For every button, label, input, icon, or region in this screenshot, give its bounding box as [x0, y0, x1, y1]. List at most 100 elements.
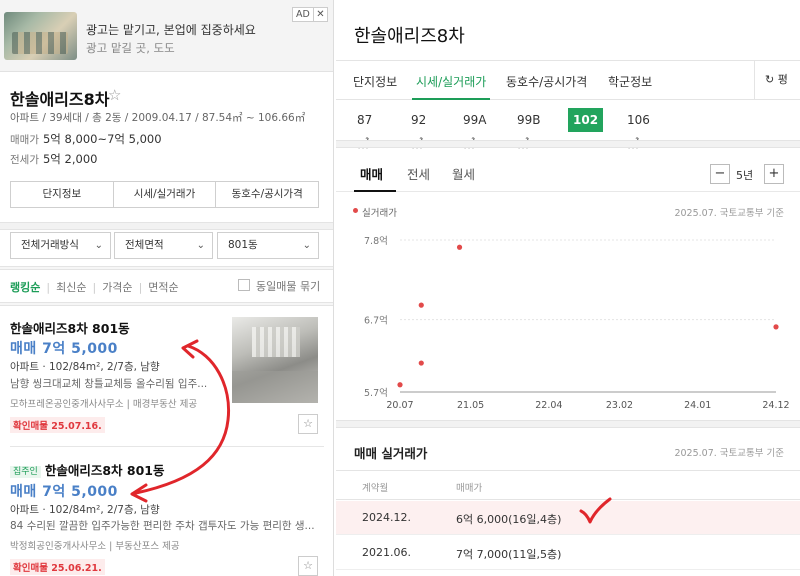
row-date: 2024.12.	[362, 511, 411, 524]
sale-price-label: 매매가	[10, 134, 39, 146]
y-tick-label: 5.7억	[364, 387, 388, 399]
trade-tab-monthly[interactable]: 월세	[452, 164, 475, 183]
checkmark-annotation-icon	[579, 497, 612, 524]
listing-confirm-badge: 확인매물 25.06.21.	[10, 559, 105, 575]
table-row[interactable]: 2021.06. 7억 7,000(11일,5층)	[336, 536, 800, 570]
listing-spec: 아파트 · 102/84m², 2/7층, 남향	[10, 361, 160, 373]
x-tick-label: 24.12	[762, 400, 789, 411]
chevron-down-icon: ⌄	[302, 240, 311, 251]
data-point[interactable]	[418, 302, 424, 308]
trade-tab-sale[interactable]: 매매	[360, 164, 383, 183]
period-minus-button[interactable]: −	[710, 164, 730, 184]
tab-unit-price-button[interactable]: 동호수/공시가격	[216, 182, 318, 207]
chevron-down-icon: ⌄	[196, 240, 205, 251]
sale-price-row: 매매가 5억 8,000~7억 5,000	[10, 131, 162, 147]
owner-tag: 집주인	[10, 466, 41, 478]
group-same-checkbox[interactable]	[238, 279, 250, 291]
size-tab-92[interactable]: 92㎡	[406, 108, 431, 151]
data-point[interactable]	[773, 324, 779, 330]
tab-market-price[interactable]: 시세/실거래가	[416, 73, 486, 90]
complex-title: 한솔애리즈8차	[10, 90, 110, 109]
data-point[interactable]	[418, 360, 424, 366]
period-plus-button[interactable]: +	[764, 164, 784, 184]
trade-tab-jeonse[interactable]: 전세	[407, 164, 430, 183]
tab-market-price-button[interactable]: 시세/실거래가	[114, 182, 217, 207]
listing-title[interactable]: 한솔애리즈8차 801동	[10, 318, 130, 337]
row-price: 6억 6,000(16일,4층)	[456, 513, 562, 526]
listing-photo[interactable]	[232, 317, 318, 403]
data-point[interactable]	[397, 382, 403, 388]
jeonse-price-label: 전세가	[10, 154, 39, 166]
tab-unit-price[interactable]: 동호수/공시가격	[506, 73, 587, 90]
section-divider	[0, 302, 333, 306]
area-select[interactable]: 전체면적 ⌄	[114, 232, 213, 259]
detail-title: 한솔애리즈8차	[354, 26, 465, 47]
listing-panel: 광고는 맡기고, 본업에 집중하세요 광고 맡길 곳, 도도 AD ✕ 한솔애리…	[0, 0, 334, 576]
favorite-star-icon[interactable]: ☆	[108, 86, 121, 104]
transactions-title: 매매 실거래가	[354, 446, 428, 461]
listing-confirm-badge: 확인매물 25.07.16.	[10, 417, 105, 433]
sale-price-value: 5억 8,000~7억 5,000	[42, 132, 162, 146]
size-tab-99a[interactable]: 99A㎡	[458, 108, 491, 151]
building-value: 801동	[228, 239, 258, 251]
transactions-source: 2025.07. 국토교통부 기준	[674, 448, 784, 459]
sort-separator: |	[46, 281, 51, 294]
group-same-label: 동일매물 묶기	[256, 280, 321, 293]
listing-desc: 84 수리된 깔끔한 입주가능한 편리한 주차 갭투자도 가능 편리한 생...	[10, 520, 315, 532]
section-divider	[336, 420, 800, 428]
trade-tabs-line	[336, 191, 800, 192]
trade-type-select[interactable]: 전체거래방식 ⌄	[10, 232, 111, 259]
app-root: 광고는 맡기고, 본업에 집중하세요 광고 맡길 곳, 도도 AD ✕ 한솔애리…	[0, 0, 800, 576]
trade-tab-underline	[354, 190, 396, 192]
header-price: 매매가	[456, 483, 483, 494]
size-tab-87[interactable]: 87㎡	[352, 108, 377, 151]
x-tick-label: 21.05	[457, 400, 484, 411]
size-tab-106[interactable]: 106㎡	[622, 108, 655, 151]
listing-favorite-icon[interactable]: ☆	[298, 556, 318, 576]
x-tick-label: 23.02	[606, 400, 633, 411]
jeonse-price-row: 전세가 5억 2,000	[10, 151, 97, 167]
x-tick-label: 20.07	[386, 400, 413, 411]
header-date: 계약월	[362, 483, 389, 494]
transactions-header: 계약월 매매가	[336, 470, 800, 500]
listing-title[interactable]: 집주인 한솔애리즈8차 801동	[10, 460, 165, 479]
listing-price: 매매 7억 5,000	[10, 484, 118, 500]
section-divider	[0, 222, 333, 230]
tab-school[interactable]: 학군정보	[608, 73, 652, 90]
listing-favorite-icon[interactable]: ☆	[298, 414, 318, 434]
ad-badge: AD	[292, 7, 314, 22]
listing-price: 매매 7억 5,000	[10, 341, 118, 357]
ad-banner[interactable]: 광고는 맡기고, 본업에 집중하세요 광고 맡길 곳, 도도 AD ✕	[0, 0, 333, 72]
sort-latest[interactable]: 최신순	[56, 281, 86, 294]
table-row[interactable]: 2024.12. 6억 6,000(16일,4층)	[336, 501, 800, 535]
sort-options: 랭킹순 | 최신순 | 가격순 | 면적순	[10, 279, 185, 295]
section-divider	[0, 266, 333, 270]
detail-tabs: 단지정보 시세/실거래가 동호수/공시가격 학군정보 ↻ 평	[336, 60, 800, 100]
sort-area[interactable]: 면적순	[148, 281, 178, 294]
refresh-unit-button[interactable]: ↻ 평	[754, 61, 800, 99]
building-select[interactable]: 801동 ⌄	[217, 232, 319, 259]
jeonse-price-value: 5억 2,000	[42, 152, 98, 166]
tab-complex-info-button[interactable]: 단지정보	[11, 182, 114, 207]
chevron-down-icon: ⌄	[94, 240, 103, 251]
ad-title: 광고는 맡기고, 본업에 집중하세요	[86, 23, 256, 37]
data-point[interactable]	[456, 244, 463, 250]
ad-subtitle: 광고 맡길 곳, 도도	[86, 41, 175, 55]
size-tab-102[interactable]: 102㎡	[568, 108, 604, 151]
ad-close-button[interactable]: ✕	[313, 7, 328, 22]
complex-tab-buttons: 단지정보 시세/실거래가 동호수/공시가격	[10, 181, 319, 208]
complex-meta: 아파트 / 39세대 / 총 2동 / 2009.04.17 / 87.54㎡ …	[10, 112, 306, 124]
trade-type-value: 전체거래방식	[21, 239, 79, 251]
detail-panel: 한솔애리즈8차 단지정보 시세/실거래가 동호수/공시가격 학군정보 ↻ 평 8…	[336, 0, 800, 576]
tab-complex-info[interactable]: 단지정보	[353, 73, 397, 90]
y-tick-label: 6.7억	[364, 315, 388, 327]
legend-dot	[353, 208, 358, 213]
area-value: 전체면적	[125, 239, 164, 251]
ad-thumbnail	[4, 12, 77, 60]
sort-separator: |	[138, 281, 143, 294]
x-tick-label: 22.04	[535, 400, 562, 411]
sort-price[interactable]: 가격순	[102, 281, 132, 294]
size-tab-99b[interactable]: 99B㎡	[512, 108, 546, 151]
listing-spec: 아파트 · 102/84m², 2/7층, 남향	[10, 504, 160, 516]
sort-ranking[interactable]: 랭킹순	[10, 281, 40, 294]
